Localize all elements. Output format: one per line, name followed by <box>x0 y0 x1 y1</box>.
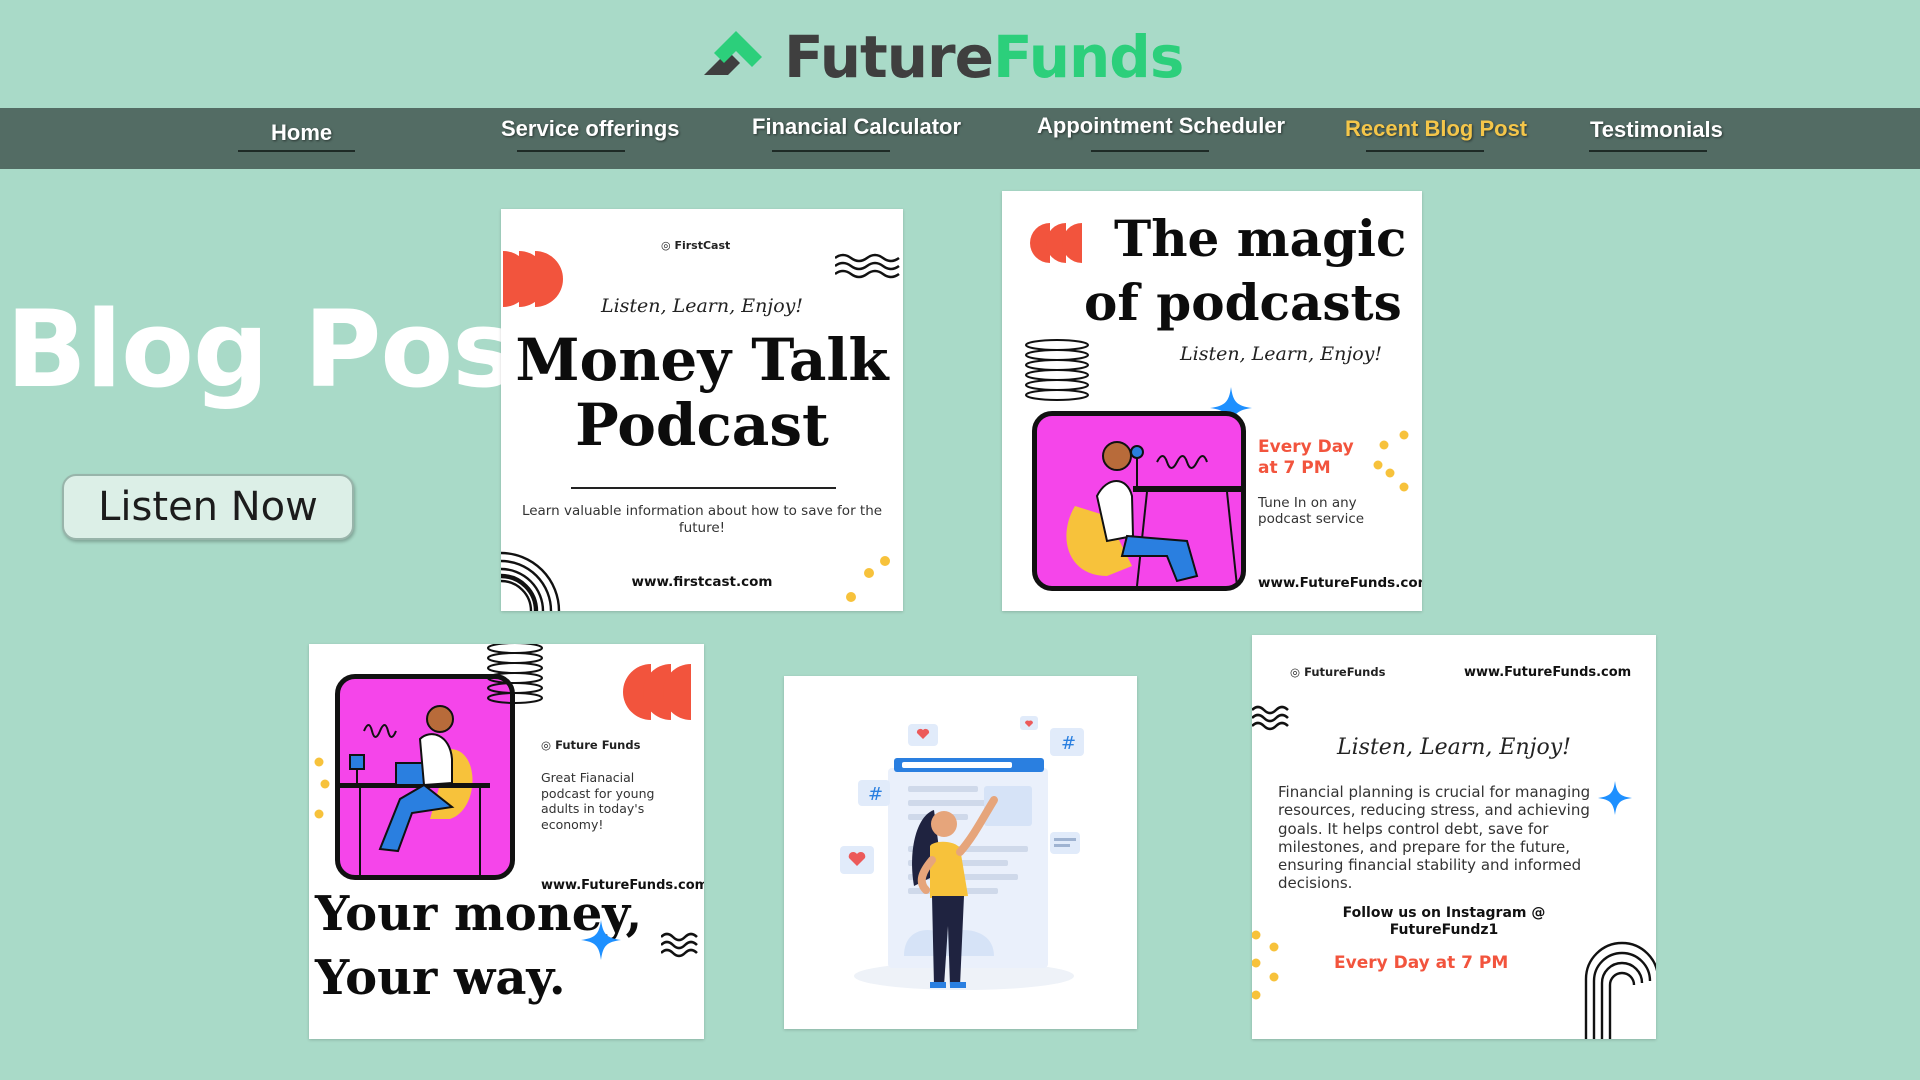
card-url[interactable]: www.FutureFunds.com <box>1464 665 1631 680</box>
yellow-dots-icon <box>1373 430 1409 492</box>
svg-text:#: # <box>1061 733 1076 754</box>
nav-calculator-underline <box>772 150 890 152</box>
listen-now-button[interactable]: Listen Now <box>62 474 354 540</box>
red-semicircles-icon <box>1030 223 1082 263</box>
blog-card-your-money[interactable]: ◎ Future Funds Great Fianacial podcast f… <box>309 644 704 1039</box>
podcast-brand-name: FirstCast <box>674 239 731 252</box>
podcast-brand-name: FutureFunds <box>1304 665 1386 679</box>
tune-in-text: Tune In on any podcast service <box>1258 495 1365 528</box>
podcast-brand: ◎ FutureFunds <box>1290 665 1385 679</box>
card-url[interactable]: www.FutureFunds.com <box>1258 575 1422 591</box>
nav-blog-underline <box>1366 150 1484 152</box>
card-title-line1: The magic <box>1114 209 1407 268</box>
blog-card-money-talk[interactable]: ◎ FirstCast Listen, Learn, Enjoy! Money … <box>501 209 903 611</box>
podcast-brand: ◎ Future Funds <box>541 738 640 752</box>
nav-testimonials-underline <box>1589 150 1707 152</box>
schedule-line1: Every Day <box>1258 437 1354 457</box>
page-title: Blog Post <box>6 288 565 411</box>
blog-card-illustration[interactable]: # # <box>784 676 1137 1029</box>
woman-browsing-web-icon: # # <box>840 716 1084 990</box>
schedule-line2: at 7 PM <box>1258 458 1331 478</box>
nav-service-underline <box>517 150 625 152</box>
arch-lines-icon <box>501 551 561 611</box>
card-description: Learn valuable information about how to … <box>521 503 883 536</box>
nav-financial-calculator[interactable]: Financial Calculator <box>752 114 961 140</box>
card-description: Great Fianacial podcast for young adults… <box>541 770 655 832</box>
nav-recent-blog-post[interactable]: Recent Blog Post <box>1345 116 1527 142</box>
card-title-line2: Your way. <box>315 950 566 1006</box>
podcast-brand-name: Future Funds <box>555 738 641 752</box>
card-tagline: Listen, Learn, Enjoy! <box>600 295 804 317</box>
instagram-follow[interactable]: Follow us on Instagram @ FutureFundz1 <box>1334 905 1554 939</box>
schedule-text: Every Day at 7 PM <box>1334 953 1509 973</box>
yellow-dots-icon <box>1252 930 1279 1000</box>
podcaster-illustration <box>1032 411 1246 591</box>
card-title-line1: Money Talk <box>515 326 889 394</box>
nav-home[interactable]: Home <box>271 120 332 146</box>
card-body: Financial planning is crucial for managi… <box>1278 783 1591 893</box>
title-divider <box>571 487 836 489</box>
nav-service-offerings[interactable]: Service offerings <box>501 116 680 142</box>
podcast-brand: ◎ FirstCast <box>661 239 730 252</box>
svg-text:#: # <box>868 784 883 805</box>
brand-name-future: Future <box>784 23 994 91</box>
arch-lines-icon <box>1584 941 1656 1039</box>
blue-sparkle-icon <box>1598 781 1632 815</box>
card-tagline: Listen, Learn, Enjoy! <box>1180 343 1383 365</box>
blog-card-financial-planning[interactable]: ◎ FutureFunds www.FutureFunds.com Listen… <box>1252 635 1656 1039</box>
nav-scheduler-underline <box>1091 150 1209 152</box>
coil-spring-icon <box>487 644 543 704</box>
nav-testimonials[interactable]: Testimonials <box>1590 117 1723 143</box>
podcast-mic-icon: ◎ <box>661 239 671 252</box>
blue-sparkle-icon <box>581 920 621 960</box>
yellow-dots-icon <box>846 556 890 602</box>
main-nav: Home Service offerings Financial Calcula… <box>0 108 1920 169</box>
chart-arrow-logo-icon <box>704 31 762 75</box>
podcaster-at-desk-icon <box>1066 441 1241 586</box>
yellow-dots-icon <box>314 757 330 819</box>
brand-name-funds: Funds <box>992 23 1184 91</box>
wave-lines-icon <box>835 253 900 279</box>
card-title-line2: Podcast <box>575 391 829 459</box>
wave-lines-icon <box>661 932 698 958</box>
card-tagline: Listen, Learn, Enjoy! <box>1337 735 1571 760</box>
nav-home-underline <box>238 150 355 152</box>
brand-logo[interactable]: Future Funds <box>700 22 1184 92</box>
nav-appointment-scheduler[interactable]: Appointment Scheduler <box>1037 113 1285 139</box>
wave-lines-icon <box>1252 705 1289 731</box>
red-semicircles-icon <box>623 664 691 720</box>
podcast-mic-icon: ◎ <box>1290 665 1301 679</box>
blog-card-magic-of-podcasts[interactable]: The magic of podcasts Listen, Learn, Enj… <box>1002 191 1422 611</box>
coil-spring-icon <box>1025 339 1089 401</box>
card-title-line2: of podcasts <box>1084 273 1402 332</box>
podcast-mic-icon: ◎ <box>541 738 552 752</box>
